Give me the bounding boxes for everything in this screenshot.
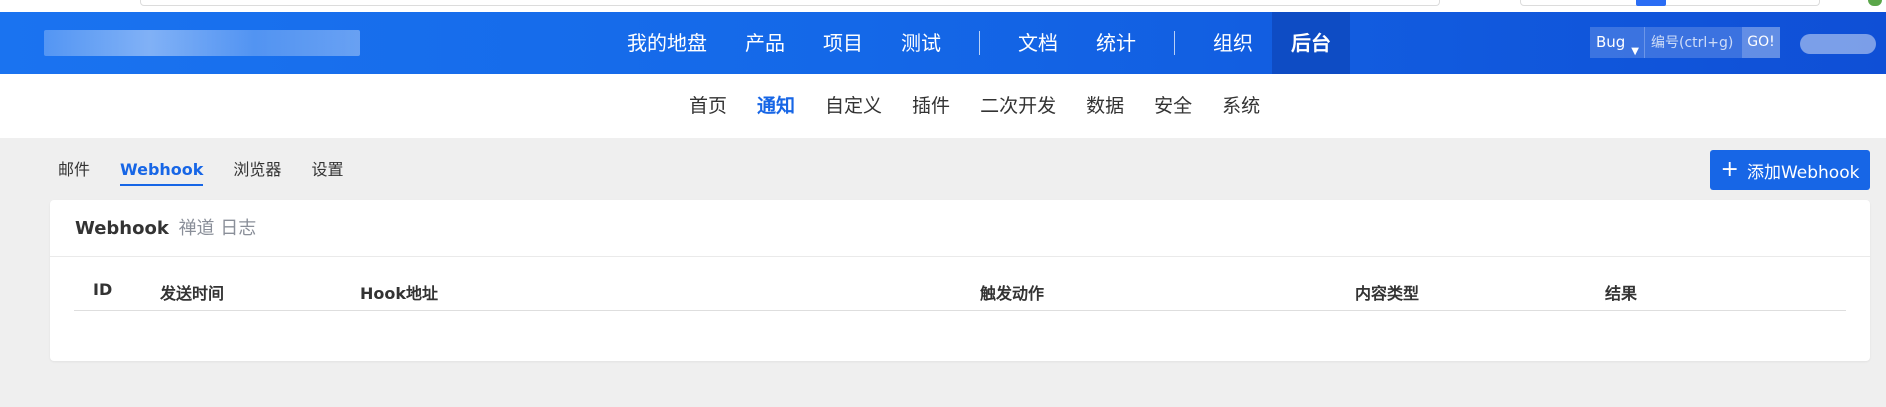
column-header-action[interactable]: 触发动作	[980, 280, 1044, 304]
add-webhook-label: 添加Webhook	[1746, 162, 1860, 183]
table-header: ID 发送时间 Hook地址 触发动作 内容类型 结果	[74, 270, 1846, 311]
webhook-log-table: ID 发送时间 Hook地址 触发动作 内容类型 结果	[74, 270, 1846, 311]
webhook-panel: Webhook 禅道 日志 ID 发送时间 Hook地址 触发动作 内容类型 结…	[50, 200, 1870, 361]
nav-item-my[interactable]: 我的地盘	[608, 12, 726, 74]
notify-tabs: 邮件 Webhook 浏览器 设置	[58, 156, 373, 186]
nav-item-admin[interactable]: 后台	[1272, 12, 1350, 74]
subnav-item-system[interactable]: 系统	[1207, 74, 1275, 138]
new-badge	[1636, 0, 1666, 6]
subnav-item-plugin[interactable]: 插件	[897, 74, 965, 138]
global-search: Bug ▼ GO!	[1590, 27, 1780, 58]
nav-item-report[interactable]: 统计	[1077, 12, 1155, 74]
browser-toolbar-strip	[0, 0, 1886, 12]
extension-icon[interactable]	[1868, 0, 1882, 6]
subnav-item-dev[interactable]: 二次开发	[965, 74, 1071, 138]
column-header-send-time[interactable]: 发送时间	[160, 280, 224, 304]
search-type-select[interactable]: Bug ▼	[1590, 27, 1644, 58]
column-header-hook-url[interactable]: Hook地址	[360, 280, 438, 304]
subnav-item-data[interactable]: 数据	[1071, 74, 1139, 138]
search-type-value: Bug	[1596, 33, 1626, 51]
panel-subtitle: 禅道 日志	[178, 218, 257, 239]
plus-icon: +	[1720, 157, 1739, 182]
nav-divider	[979, 31, 980, 55]
top-navbar: 我的地盘 产品 项目 测试 文档 统计 组织 后台 Bug ▼ GO!	[0, 12, 1886, 74]
nav-item-product[interactable]: 产品	[726, 12, 804, 74]
column-header-content-type[interactable]: 内容类型	[1355, 280, 1419, 304]
nav-divider	[1174, 31, 1175, 55]
subnav-item-home[interactable]: 首页	[674, 74, 742, 138]
address-bar-edge	[140, 0, 1440, 6]
tab-browser[interactable]: 浏览器	[233, 156, 281, 186]
subnav-item-security[interactable]: 安全	[1139, 74, 1207, 138]
tab-webhook[interactable]: Webhook	[120, 156, 204, 186]
subnav-item-notify[interactable]: 通知	[742, 74, 810, 138]
panel-title: Webhook	[75, 218, 169, 239]
sub-nav: 首页 通知 自定义 插件 二次开发 数据 安全 系统	[0, 74, 1886, 138]
caret-down-icon: ▼	[1631, 46, 1639, 57]
add-webhook-button[interactable]: + 添加Webhook	[1710, 150, 1870, 190]
tab-mail[interactable]: 邮件	[58, 156, 90, 186]
column-header-result[interactable]: 结果	[1605, 280, 1637, 304]
main-nav: 我的地盘 产品 项目 测试 文档 统计 组织 后台	[608, 12, 1350, 74]
subnav-item-custom[interactable]: 自定义	[810, 74, 897, 138]
nav-item-doc[interactable]: 文档	[999, 12, 1077, 74]
nav-item-project[interactable]: 项目	[804, 12, 882, 74]
tab-settings[interactable]: 设置	[311, 156, 343, 186]
column-header-id[interactable]: ID	[93, 280, 112, 299]
user-avatar-menu[interactable]	[1800, 34, 1876, 54]
search-go-button[interactable]: GO!	[1742, 27, 1780, 58]
company-logo[interactable]	[44, 30, 360, 56]
nav-item-company[interactable]: 组织	[1194, 12, 1272, 74]
search-input[interactable]	[1644, 27, 1742, 58]
nav-item-qa[interactable]: 测试	[882, 12, 960, 74]
panel-header: Webhook 禅道 日志	[50, 200, 1870, 257]
extension-bar-edge	[1520, 0, 1820, 6]
